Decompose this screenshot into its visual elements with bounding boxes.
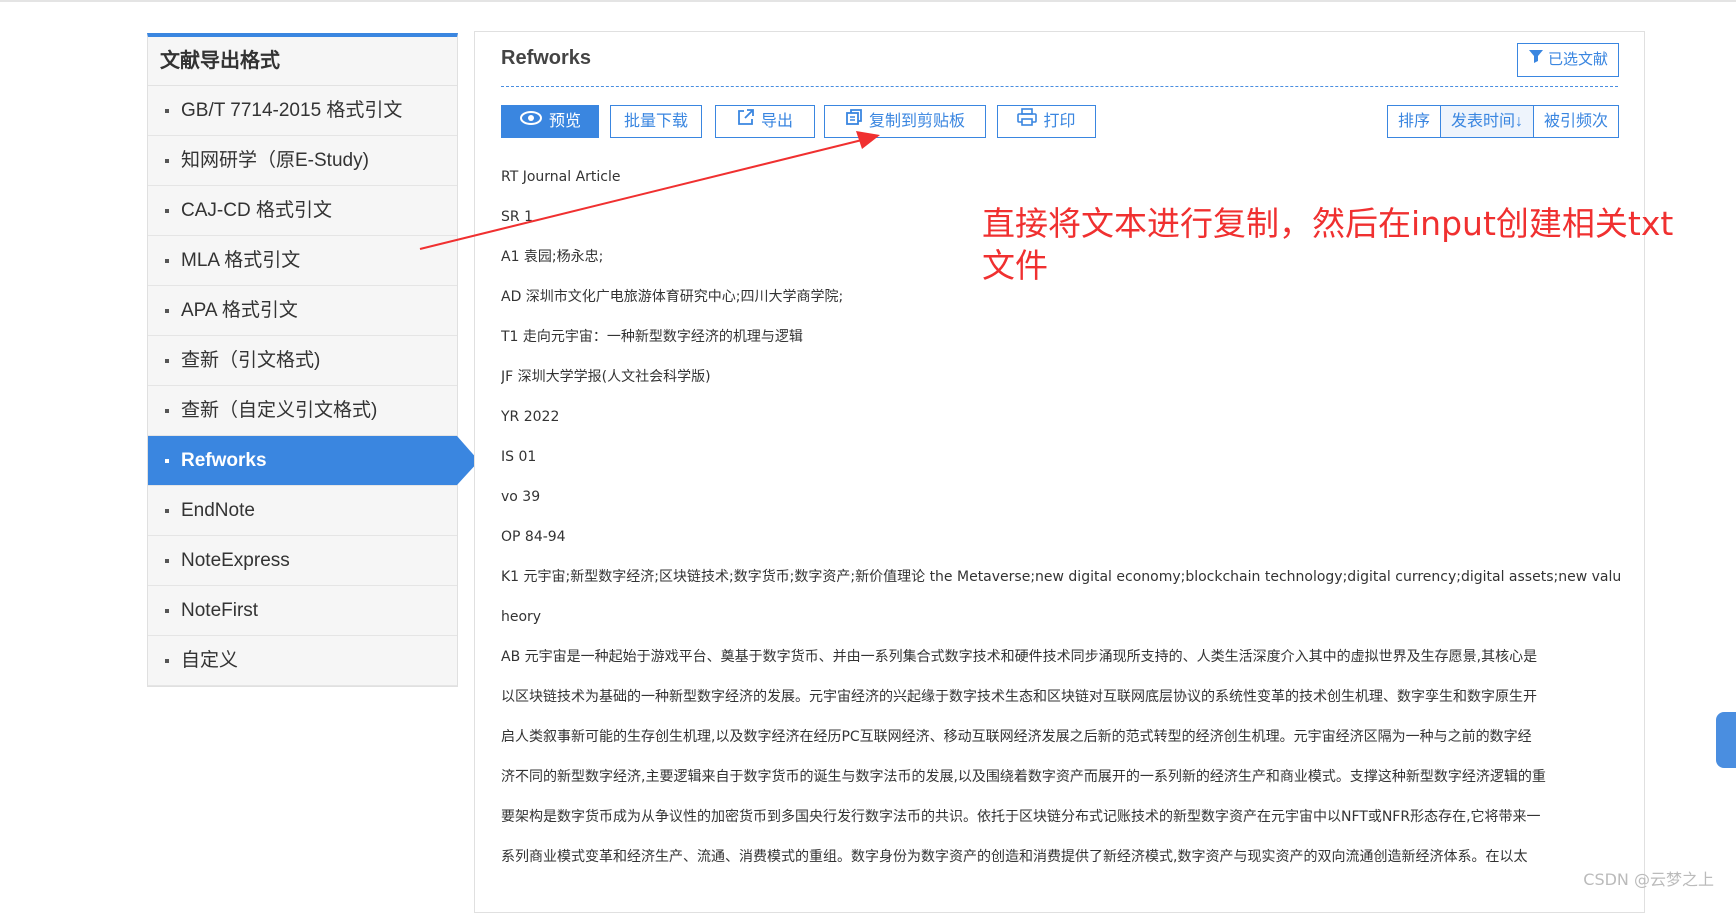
sort-by-publish-time-label: 发表时间 [1450, 113, 1515, 130]
sidebar-item[interactable]: APA 格式引文 [148, 286, 457, 336]
sort-by-publish-time[interactable]: 发表时间↓ [1439, 105, 1534, 138]
sidebar-item[interactable]: EndNote [148, 486, 457, 536]
bullet-icon [165, 309, 169, 313]
sidebar-item[interactable]: GB/T 7714-2015 格式引文 [148, 86, 457, 136]
panel-title: Refworks [501, 47, 592, 69]
bullet-icon [165, 559, 169, 563]
sidebar-item-label: EndNote [181, 500, 255, 521]
sidebar-item-label: NoteFirst [181, 600, 259, 621]
preview-label: 预览 [548, 113, 581, 130]
citation-line: vo 39 [501, 489, 541, 505]
floating-side-tab[interactable] [1716, 712, 1736, 768]
sort-by-citation[interactable]: 被引频次 [1532, 105, 1619, 138]
sidebar-item[interactable]: MLA 格式引文 [148, 236, 457, 286]
citation-line: T1 走向元宇宙：一种新型数字经济的机理与逻辑 [501, 329, 803, 345]
export-panel: Refworks 已选文献 预览 批量下载 导出 复制到剪贴板 打印 排序 发表… [474, 31, 1645, 913]
sidebar-item-label: 知网研学（原E-Study) [181, 150, 369, 171]
citation-line: YR 2022 [501, 409, 560, 425]
sidebar-item[interactable]: 查新（自定义引文格式) [148, 386, 457, 436]
export-format-sidebar: 文献导出格式 GB/T 7714-2015 格式引文 知网研学（原E-Study)… [147, 33, 479, 687]
bullet-icon [165, 259, 169, 263]
bullet-icon [165, 359, 169, 363]
print-button[interactable]: 打印 [997, 105, 1096, 138]
external-link-icon [737, 105, 755, 138]
eye-icon [519, 105, 543, 138]
citation-line: 以区块链技术为基础的一种新型数字经济的发展。元宇宙经济的兴起缘于数字技术生态和区… [501, 689, 1537, 705]
annotation-note: 直接将文本进行复制，然后在input创建相关txt文件 [982, 204, 1674, 285]
printer-icon [1017, 105, 1038, 138]
panel-title-divider [501, 86, 1618, 87]
sidebar-item-label: GB/T 7714-2015 格式引文 [181, 100, 403, 121]
top-divider [0, 0, 1736, 2]
bullet-icon [165, 659, 169, 663]
sidebar-item-label: MLA 格式引文 [181, 250, 301, 271]
sidebar-title: 文献导出格式 [148, 37, 457, 86]
sidebar-item[interactable]: CAJ-CD 格式引文 [148, 186, 457, 236]
export-label: 导出 [760, 113, 793, 130]
bullet-icon [165, 159, 169, 163]
arrow-down-icon: ↓ [1514, 113, 1523, 130]
preview-button[interactable]: 预览 [501, 105, 599, 138]
citation-line: K1 元宇宙;新型数字经济;区块链技术;数字货币;数字资产;新价值理论 the … [501, 569, 1621, 585]
print-label: 打印 [1043, 113, 1076, 130]
sidebar-item-label: 查新（引文格式) [181, 350, 321, 371]
sidebar-item-label: Refworks [181, 450, 267, 471]
citation-line: IS 01 [501, 449, 537, 465]
bullet-icon [165, 109, 169, 113]
copy-to-clipboard-button[interactable]: 复制到剪贴板 [824, 105, 986, 138]
bullet-icon [165, 409, 169, 413]
sort-controls: 排序 发表时间↓ 被引频次 [1386, 105, 1619, 138]
selected-documents-button[interactable]: 已选文献 [1516, 43, 1619, 77]
sidebar-item[interactable]: 查新（引文格式) [148, 336, 457, 386]
citation-line: JF 深圳大学学报(人文社会科学版) [501, 369, 711, 385]
batch-download-label: 批量下载 [623, 113, 688, 130]
watermark: CSDN @云梦之上 [1583, 870, 1714, 889]
batch-download-button[interactable]: 批量下载 [610, 105, 702, 138]
filter-icon [1528, 44, 1544, 76]
bullet-icon [165, 459, 169, 463]
sidebar-item[interactable]: NoteFirst [148, 586, 457, 636]
sidebar-item[interactable]: 自定义 [148, 636, 457, 686]
bullet-icon [165, 609, 169, 613]
sort-label: 排序 [1386, 105, 1441, 138]
citation-line: heory [501, 609, 542, 625]
bullet-icon [165, 209, 169, 213]
sidebar-item[interactable]: NoteExpress [148, 536, 457, 586]
citation-line: 启人类叙事新可能的生存创生机理,以及数字经济在经历PC互联网经济、移动互联网经济… [501, 729, 1532, 745]
sidebar-item-label: NoteExpress [181, 550, 290, 571]
sidebar-item[interactable]: 知网研学（原E-Study) [148, 136, 457, 186]
citation-line: 济不同的新型数字经济,主要逻辑来自于数字货币的诞生与数字法币的发展,以及围绕着数… [501, 769, 1546, 785]
citation-line: AB 元宇宙是一种起始于游戏平台、奠基于数字货币、并由一系列集合式数字技术和硬件… [501, 649, 1538, 665]
sidebar-item[interactable]: Refworks [148, 436, 479, 486]
bullet-icon [165, 509, 169, 513]
selected-documents-label: 已选文献 [1547, 51, 1608, 68]
citation-line: 系列商业模式变革和经济生产、流通、消费模式的重组。数字身份为数字资产的创造和消费… [501, 849, 1528, 865]
sidebar-item-label: 查新（自定义引文格式) [181, 400, 378, 421]
clipboard-icon [845, 105, 863, 138]
sidebar-item-label: APA 格式引文 [181, 300, 298, 321]
export-button[interactable]: 导出 [715, 105, 815, 138]
copy-label: 复制到剪贴板 [868, 113, 965, 130]
sidebar-item-label: 自定义 [181, 650, 239, 671]
citation-line: RT Journal Article [501, 169, 621, 185]
sidebar-item-label: CAJ-CD 格式引文 [181, 200, 332, 221]
citation-line: OP 84-94 [501, 529, 566, 545]
citation-line: 要架构是数字货币成为从争议性的加密货币到多国央行发行数字法币的共识。依托于区块链… [501, 809, 1541, 825]
